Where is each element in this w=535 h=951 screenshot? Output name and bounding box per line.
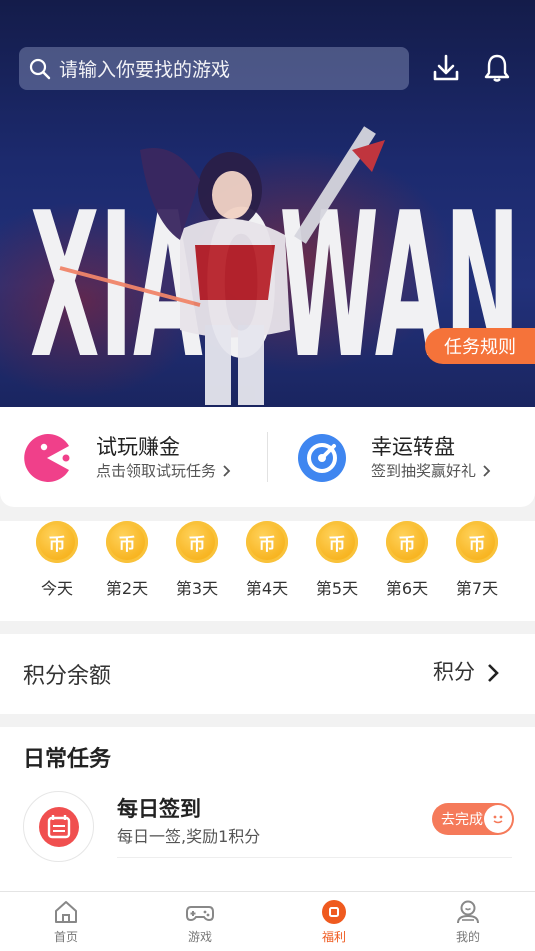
day-label: 今天	[40, 579, 73, 598]
task-name: 每日签到	[117, 797, 201, 821]
nav-label: 游戏	[187, 930, 212, 944]
chevron-right-icon	[483, 465, 491, 477]
chevron-right-icon	[223, 465, 231, 477]
promo-subtitle: 签到抽奖赢好礼	[371, 462, 477, 480]
gift-icon	[322, 900, 346, 924]
go-complete-button[interactable]: 去完成	[432, 803, 514, 835]
points-unit: 积分	[433, 660, 475, 684]
divider	[117, 857, 512, 858]
search-placeholder: 请输入你要找的游戏	[59, 59, 231, 81]
go-complete-label: 去完成	[441, 812, 483, 828]
signin-day[interactable]: 币 第6天	[377, 521, 437, 599]
nav-label: 首页	[53, 930, 78, 944]
nav-item-welfare[interactable]: 福利	[294, 898, 374, 945]
day-label: 第3天	[175, 579, 219, 598]
chevron-right-icon	[488, 664, 499, 682]
promo-card: 试玩赚金 点击领取试玩任务 幸运转盘 签到抽奖赢好礼	[0, 407, 535, 507]
promo-title: 试玩赚金	[96, 435, 180, 459]
smile-icon	[484, 805, 512, 833]
coin-icon: 币	[36, 521, 78, 563]
bottom-navigation: 首页 游戏 福利 我的	[0, 891, 535, 951]
signin-day[interactable]: 币 第2天	[97, 521, 157, 599]
signin-day[interactable]: 币 第7天	[447, 521, 507, 599]
signin-day[interactable]: 币 第3天	[167, 521, 227, 599]
signin-day[interactable]: 币 今天	[27, 521, 87, 599]
task-rules-button[interactable]: 任务规则	[425, 328, 535, 364]
nav-item-home[interactable]: 首页	[26, 898, 106, 945]
signin-calendar: 币 今天 币 第2天 币 第3天 币 第4天 币 第5天 币 第6天 币 第7天	[0, 521, 535, 621]
gamepad-icon	[186, 906, 214, 922]
nav-label: 我的	[455, 930, 480, 944]
day-label: 第4天	[245, 579, 289, 598]
promo-trial-earn[interactable]: 试玩赚金 点击领取试玩任务	[22, 431, 231, 485]
bell-icon[interactable]	[481, 52, 513, 84]
coin-icon: 币	[106, 521, 148, 563]
day-label: 第2天	[105, 579, 149, 598]
day-label: 第7天	[455, 579, 499, 598]
pacman-icon	[24, 434, 70, 482]
promo-subtitle: 点击领取试玩任务	[96, 462, 217, 480]
nav-label: 福利	[321, 930, 346, 944]
day-label: 第6天	[385, 579, 429, 598]
coin-icon: 币	[246, 521, 288, 563]
section-title: 日常任务	[23, 747, 112, 772]
coin-icon: 币	[176, 521, 218, 563]
nav-item-games[interactable]: 游戏	[160, 898, 240, 945]
search-input[interactable]: 请输入你要找的游戏	[19, 47, 409, 90]
coin-icon: 币	[316, 521, 358, 563]
day-label: 第5天	[315, 579, 359, 598]
home-icon	[55, 901, 77, 923]
promo-lucky-wheel[interactable]: 幸运转盘 签到抽奖赢好礼	[297, 431, 491, 485]
points-balance-row[interactable]: 积分余额 积分	[0, 634, 535, 714]
task-description: 每日一签,奖励1积分	[117, 827, 261, 846]
signin-day[interactable]: 币 第5天	[307, 521, 367, 599]
calendar-icon	[23, 791, 94, 862]
nav-item-me[interactable]: 我的	[428, 898, 508, 945]
promo-title: 幸运转盘	[371, 435, 455, 459]
daily-tasks-section: 日常任务 每日签到 每日一签,奖励1积分 去完成	[0, 727, 535, 897]
coin-icon: 币	[456, 521, 498, 563]
points-title: 积分余额	[23, 664, 112, 689]
download-icon[interactable]	[430, 52, 462, 84]
coin-icon: 币	[386, 521, 428, 563]
promo-divider	[267, 432, 268, 482]
signin-day[interactable]: 币 第4天	[237, 521, 297, 599]
search-icon	[29, 58, 51, 79]
wheel-icon	[298, 434, 346, 482]
hero-banner[interactable]: XIAOWAN 请输入你要找的游戏 任务规则	[0, 0, 535, 408]
user-icon	[457, 900, 479, 924]
